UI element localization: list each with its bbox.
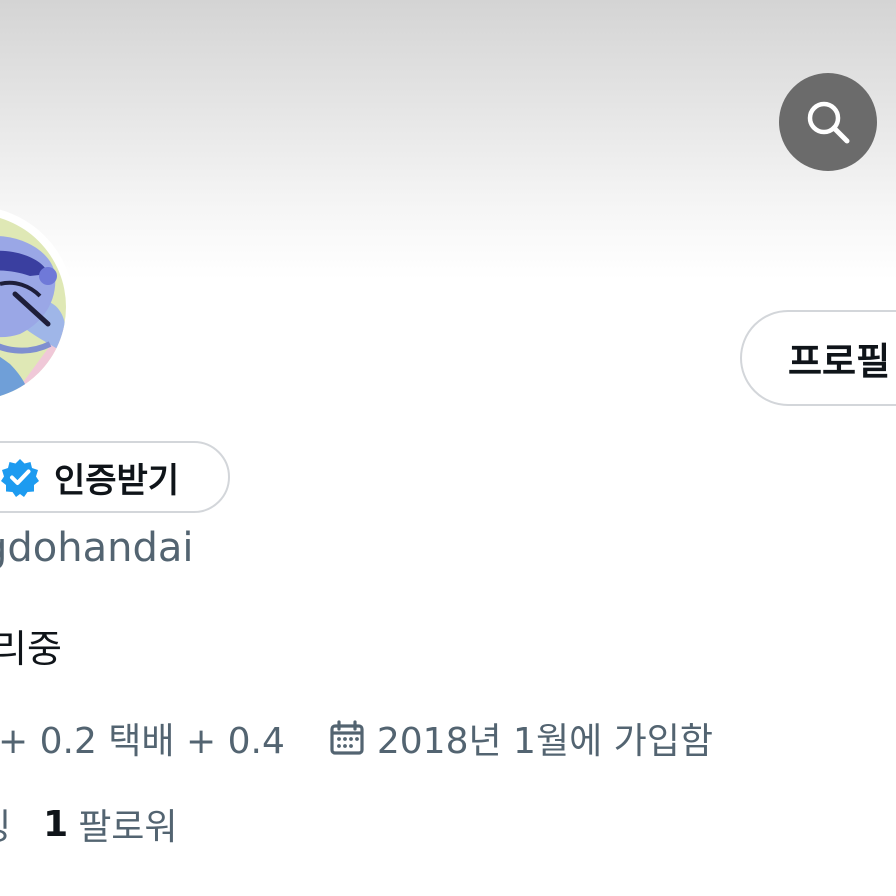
get-verified-button[interactable]: 인증받기 <box>0 441 230 513</box>
profile-banner[interactable] <box>0 0 896 280</box>
profile-handle: gdohandai <box>0 525 194 571</box>
get-verified-label: 인증받기 <box>54 460 180 501</box>
search-button[interactable] <box>779 73 877 171</box>
profile-bio: 리중 <box>0 627 62 671</box>
profile-join-date: 2018년 1월에 가입함 <box>329 712 713 764</box>
following-link[interactable]: 잉 <box>0 798 11 850</box>
verified-badge-icon <box>1 459 39 497</box>
edit-profile-button[interactable]: 프로필 <box>740 310 896 406</box>
followers-link[interactable]: 팔로워 <box>78 798 177 850</box>
profile-join-date-text: 2018년 1월에 가입함 <box>376 721 713 762</box>
follow-stats: 잉 1 팔로워 <box>0 802 178 849</box>
profile-location: + 0.2 택배 + 0.4 <box>0 721 285 762</box>
profile-page: 프로필 인증받기 gdohandai 리중 + 0.2 택배 + 0.4 201… <box>0 0 896 896</box>
followers-count[interactable]: 1 <box>43 804 68 845</box>
search-icon <box>807 101 850 144</box>
edit-profile-label: 프로필 <box>788 340 891 383</box>
profile-meta: + 0.2 택배 + 0.4 2018년 1월에 가입함 <box>0 716 713 762</box>
calendar-icon <box>330 720 364 755</box>
